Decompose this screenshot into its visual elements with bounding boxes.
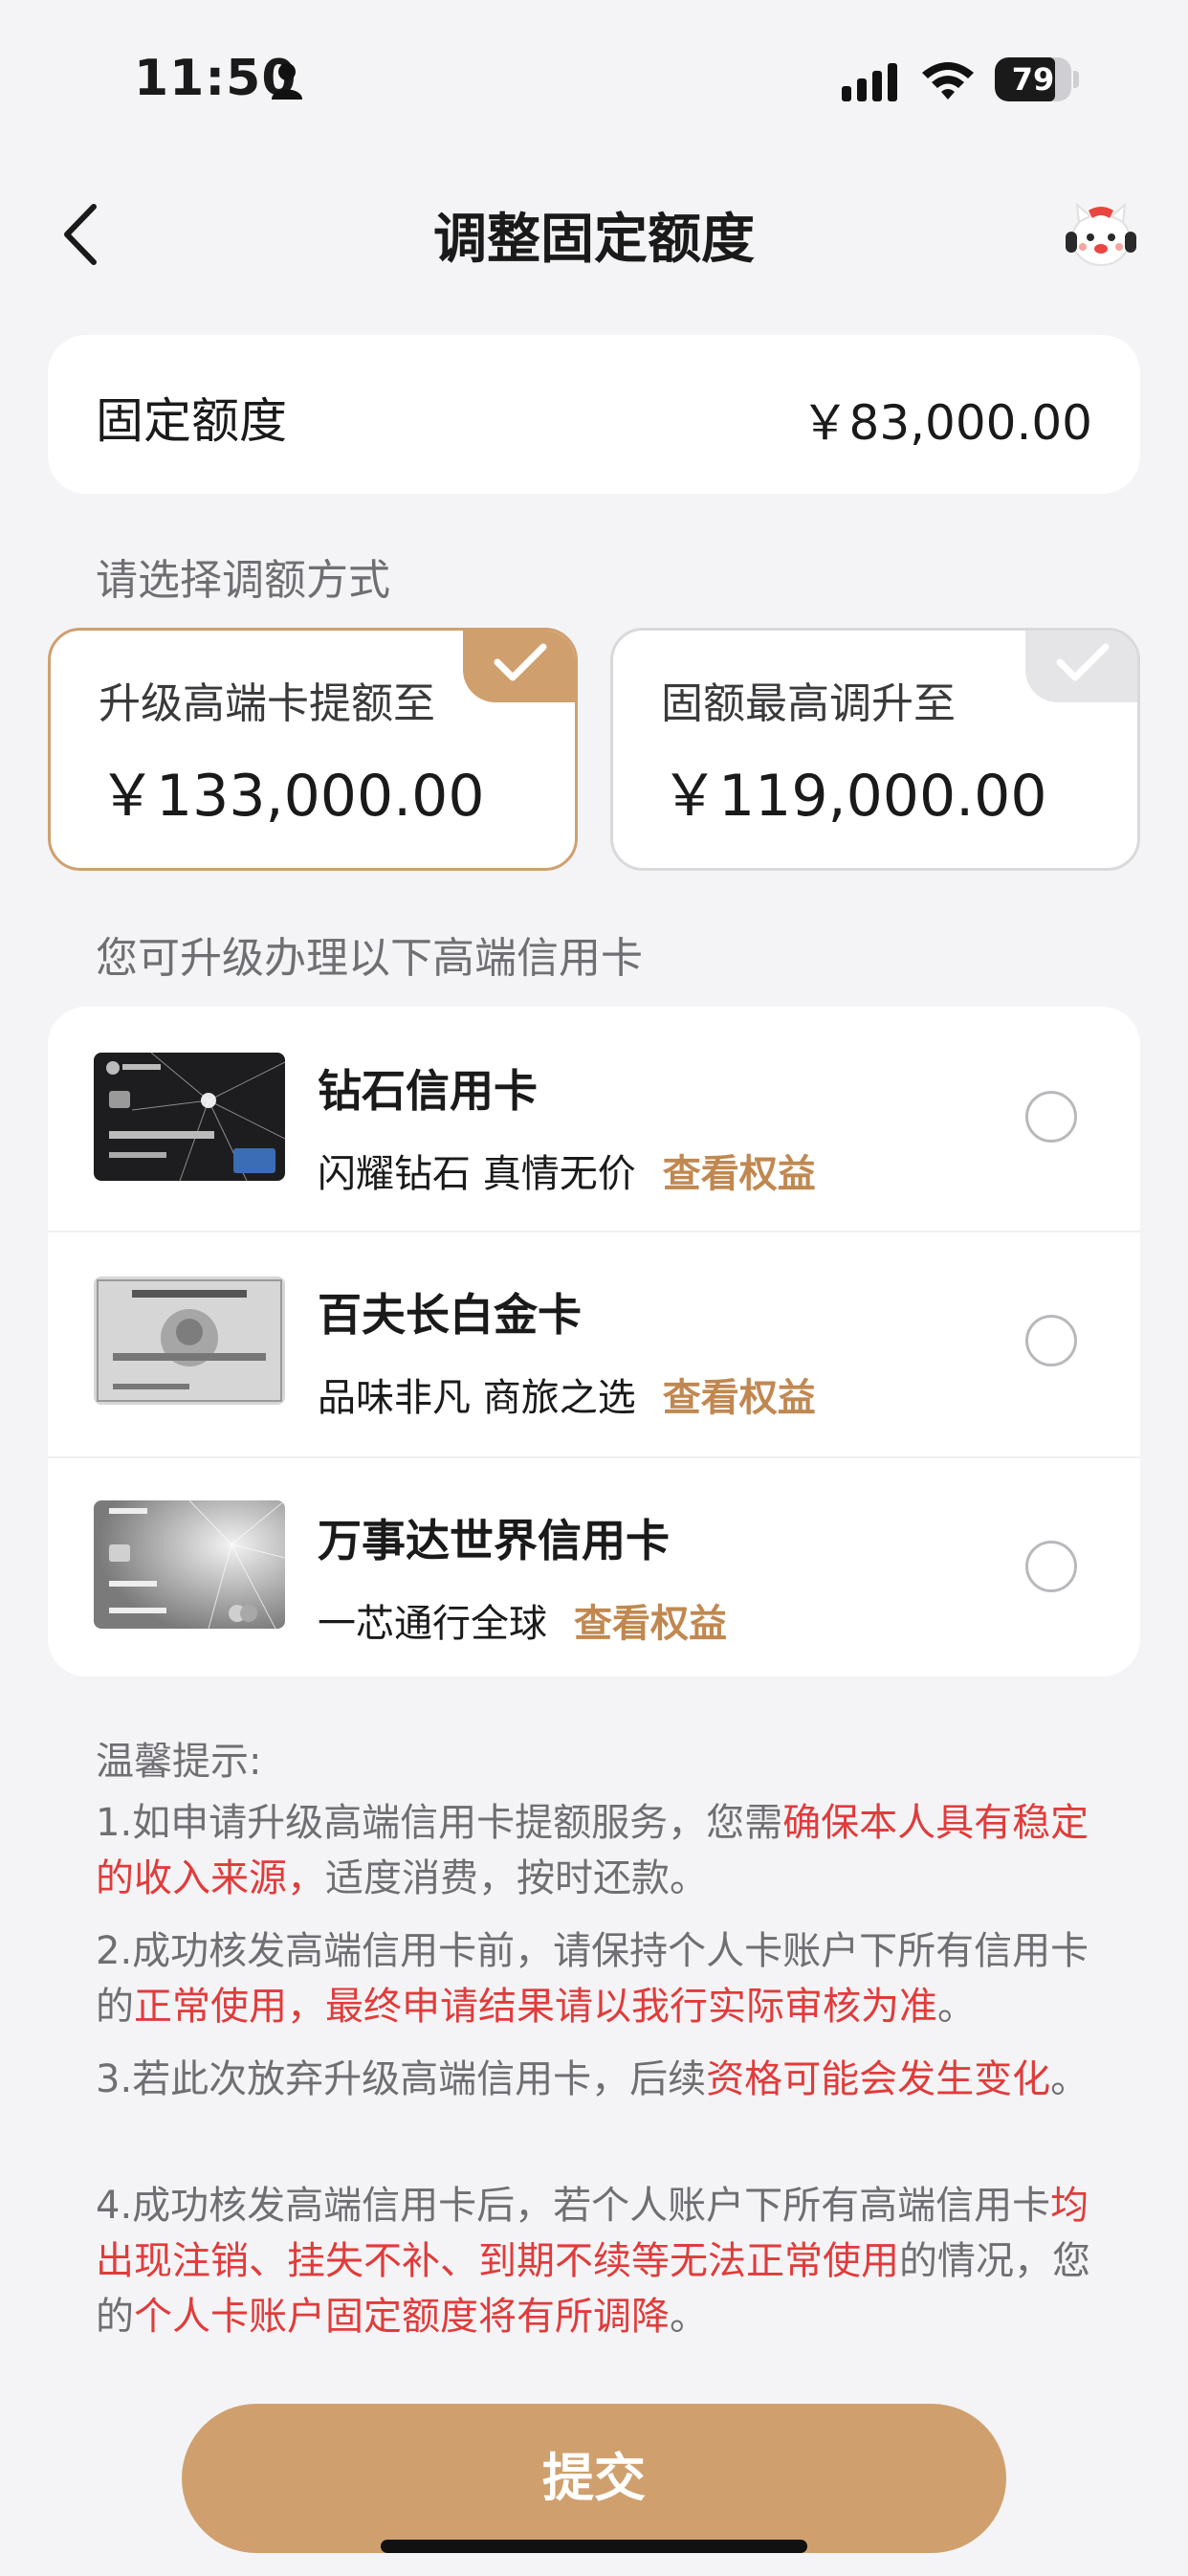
- card-name: 万事达世界信用卡: [318, 1515, 670, 1566]
- option-fixed-max-increase[interactable]: 固额最高调升至 ￥119,000.00: [610, 628, 1140, 871]
- card-radio-button[interactable]: [1025, 1091, 1077, 1143]
- tip-highlight: 正常使用，最终申请结果请以我行实际审核为准: [134, 1985, 937, 2029]
- view-benefits-link[interactable]: 查看权益: [663, 1152, 816, 1196]
- tip-text: 。: [670, 2295, 708, 2339]
- check-icon: [1056, 643, 1110, 681]
- tip-text: 3.若此次放弃升级高端信用卡，后续: [96, 2057, 707, 2101]
- select-method-label: 请选择调额方式: [96, 556, 390, 605]
- tip-3: 3.若此次放弃升级高端信用卡，后续资格可能会发生变化。: [96, 2052, 1100, 2107]
- card-radio-button[interactable]: [1025, 1541, 1077, 1592]
- option-value: ￥119,000.00: [661, 763, 1047, 830]
- tip-4: 4.成功核发高端信用卡后，若个人账户下所有高端信用卡均出现注销、挂失不补、到期不…: [96, 2178, 1100, 2344]
- option-label: 升级高端卡提额至: [99, 679, 435, 728]
- tip-text: 。: [1050, 2057, 1089, 2101]
- tip-1: 1.如申请升级高端信用卡提额服务，您需确保本人具有稳定的收入来源，适度消费，按时…: [96, 1795, 1100, 1906]
- card-name: 钻石信用卡: [318, 1065, 538, 1117]
- option-upgrade-premium-card[interactable]: 升级高端卡提额至 ￥133,000.00: [48, 628, 578, 871]
- tips-title: 温馨提示:: [96, 1740, 262, 1784]
- view-benefits-link[interactable]: 查看权益: [663, 1376, 816, 1420]
- card-desc: 一芯通行全球 查看权益: [318, 1592, 727, 1648]
- card-desc-text: 一芯通行全球: [318, 1602, 547, 1646]
- tip-highlight: 个人卡账户固定额度将有所调降: [134, 2295, 670, 2339]
- centurion-card-image: [94, 1277, 285, 1405]
- cellular-signal-icon: [842, 63, 897, 101]
- tip-text: 适度消费，按时还款。: [325, 1856, 708, 1900]
- card-row-centurion[interactable]: 百夫长白金卡 品味非凡 商旅之选 查看权益: [48, 1232, 1140, 1456]
- tip-2: 2.成功核发高端信用卡前，请保持个人卡账户下所有信用卡的正常使用，最终申请结果请…: [96, 1923, 1100, 2034]
- card-desc-text: 品味非凡 商旅之选: [318, 1376, 636, 1420]
- page-title: 调整固定额度: [433, 209, 755, 271]
- card-row-diamond[interactable]: 钻石信用卡 闪耀钻石 真情无价 查看权益: [48, 1007, 1140, 1231]
- wifi-icon: [922, 62, 974, 100]
- fixed-limit-label: 固定额度: [96, 393, 287, 449]
- option-selected-badge: [463, 631, 575, 702]
- tip-text: 1.如申请升级高端信用卡提额服务，您需: [96, 1801, 783, 1845]
- view-benefits-link[interactable]: 查看权益: [574, 1602, 727, 1646]
- option-label: 固额最高调升至: [661, 679, 956, 728]
- tip-text: 。: [937, 1985, 976, 2029]
- tip-highlight: 资格可能会发生变化: [706, 2057, 1051, 2101]
- card-name: 百夫长白金卡: [318, 1289, 582, 1341]
- card-row-mastercard-world[interactable]: 万事达世界信用卡 一芯通行全球 查看权益: [48, 1458, 1140, 1682]
- option-value: ￥133,000.00: [99, 763, 485, 830]
- submit-button[interactable]: 提交: [182, 2404, 1006, 2553]
- card-desc-text: 闪耀钻石 真情无价: [318, 1152, 636, 1196]
- card-radio-button[interactable]: [1025, 1315, 1077, 1366]
- person-icon: [272, 63, 302, 100]
- diamond-card-image: [94, 1053, 285, 1181]
- fixed-limit-value: ￥83,000.00: [801, 395, 1092, 451]
- mastercard-world-card-image: [94, 1500, 285, 1629]
- option-unselected-badge: [1025, 631, 1137, 702]
- tip-text: 4.成功核发高端信用卡后，若个人账户下所有高端信用卡: [96, 2184, 1051, 2228]
- check-icon: [494, 643, 547, 681]
- home-indicator: [381, 2540, 807, 2553]
- card-desc: 品味非凡 商旅之选 查看权益: [318, 1366, 816, 1422]
- premium-cards-label: 您可升级办理以下高端信用卡: [96, 934, 643, 983]
- premium-card-list: 钻石信用卡 闪耀钻石 真情无价 查看权益 百夫长白金卡 品味非凡 商旅之选 查看权益: [48, 1007, 1140, 1677]
- battery-percent: 79: [1011, 61, 1055, 98]
- assistant-mascot-icon[interactable]: [1060, 197, 1142, 272]
- card-desc: 闪耀钻石 真情无价 查看权益: [318, 1143, 816, 1198]
- battery-indicator: 79: [995, 57, 1079, 101]
